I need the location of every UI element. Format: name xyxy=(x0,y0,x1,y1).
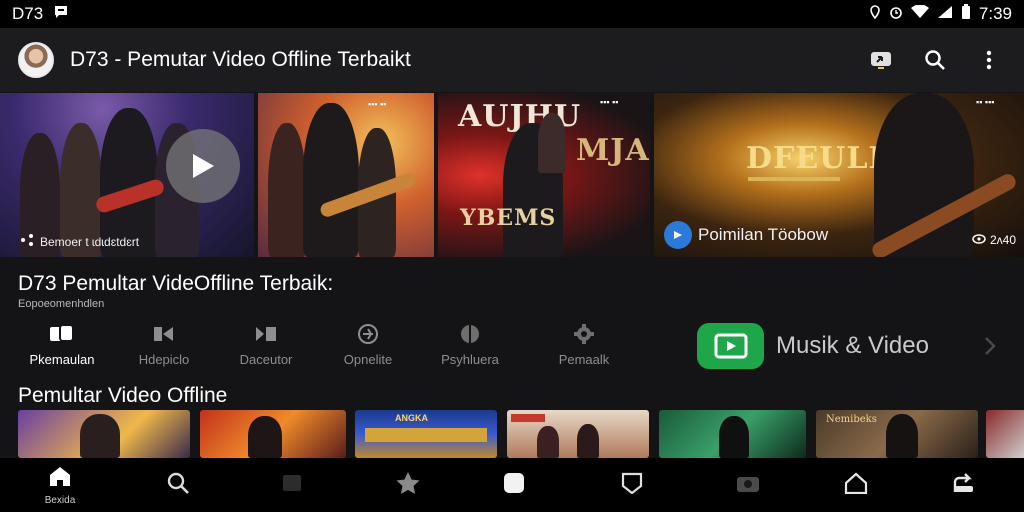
category-item[interactable]: Pemaalk xyxy=(534,322,634,372)
video-thumbnail[interactable] xyxy=(986,410,1024,458)
search-icon[interactable] xyxy=(922,47,948,73)
video-thumbnail[interactable]: Nemibeks xyxy=(816,410,978,458)
location-icon xyxy=(869,4,881,24)
video-thumbnail[interactable] xyxy=(18,410,190,458)
video-thumbnail-row: ANGKA Nemibeks xyxy=(0,410,1024,458)
status-carrier: D73 xyxy=(12,4,44,23)
musik-video-shortcut[interactable]: Musik & Video xyxy=(697,323,997,369)
hero-tile-3-footer: YBEMS xyxy=(460,205,557,231)
share-icon xyxy=(20,234,34,249)
wifi-icon xyxy=(910,3,929,24)
gear-icon xyxy=(534,322,634,346)
video-thumbnail[interactable] xyxy=(200,410,346,458)
nav-share[interactable] xyxy=(934,458,994,512)
video-thumbnail[interactable]: ANGKA xyxy=(355,410,497,458)
camera-icon xyxy=(736,473,760,498)
hero-tile-4[interactable]: DFEULIAA ▪▪ ▪▪▪ Poimilan Töobow 2ʌ40 xyxy=(654,93,1024,257)
status-time: 7:39 xyxy=(978,4,1012,23)
nav-grid[interactable] xyxy=(262,458,322,512)
category-item[interactable]: Pkemaulan xyxy=(12,322,112,372)
musik-video-label: Musik & Video xyxy=(776,332,929,359)
section-subtitle: Eopoeomenhdlen xyxy=(18,298,105,310)
house-outline-icon xyxy=(844,472,868,499)
search-icon xyxy=(166,471,190,500)
media-icon xyxy=(216,322,316,346)
category-item[interactable]: Opnelite xyxy=(318,322,418,372)
category-item[interactable]: Daceutor xyxy=(216,322,316,372)
compass-icon xyxy=(318,322,418,346)
video-thumbnail[interactable] xyxy=(659,410,806,458)
message-icon xyxy=(53,4,69,25)
cast-icon[interactable] xyxy=(868,47,894,73)
shield-icon xyxy=(621,472,643,499)
nav-home[interactable]: Bexida xyxy=(30,458,90,512)
square-icon xyxy=(503,472,525,499)
video-player-logo-icon xyxy=(697,323,764,369)
nav-shield[interactable] xyxy=(602,458,662,512)
app-title: D73 - Pemutar Video Offline Terbaikt xyxy=(70,48,411,71)
nav-favorites[interactable] xyxy=(378,458,438,512)
channel-logo-icon xyxy=(664,221,692,249)
share-arrow-icon xyxy=(952,472,976,499)
category-item[interactable]: Psyhluera xyxy=(420,322,520,372)
split-icon xyxy=(420,322,520,346)
hero-tile-1[interactable]: Bemoer t ɩdɩdɛtdɛrt xyxy=(0,93,254,257)
view-count-icon xyxy=(972,233,986,247)
hero-tile-2[interactable]: ▪▪▪ ▪▪ xyxy=(258,93,434,257)
avatar[interactable] xyxy=(18,42,54,78)
app-bar: D73 - Pemutar Video Offline Terbaikt xyxy=(0,28,1024,92)
hero-tile-1-caption: Bemoer t ɩdɩdɛtdɛrt xyxy=(40,234,140,249)
category-item[interactable]: Hdepiclo xyxy=(114,322,214,372)
video-thumbnail[interactable] xyxy=(507,410,649,458)
hero-tile-4-badge: 2ʌ40 xyxy=(989,233,1016,247)
battery-icon xyxy=(961,3,971,25)
category-row: Pkemaulan Hdepiclo Daceutor Opnelite Psy… xyxy=(0,322,680,372)
hero-tile-3[interactable]: AUJHU MJAN YBEMS ▪▪▪ ▪▪ xyxy=(438,93,650,257)
nav-library[interactable] xyxy=(484,458,544,512)
hero-carousel: Bemoer t ɩdɩdɛtdɛrt ▪▪▪ ▪▪ AUJHU MJAN YB… xyxy=(0,93,1024,257)
gallery-icon xyxy=(12,322,112,346)
grid-icon xyxy=(282,474,302,497)
bottom-navigation: Bexida xyxy=(0,458,1024,512)
section-title-offline: Pemultar Video Offline xyxy=(18,384,228,407)
nav-home-label: Bexida xyxy=(44,494,76,506)
clip-icon xyxy=(114,322,214,346)
star-icon xyxy=(395,471,421,500)
section-title: D73 Pemultar VideOffline Terbaik: xyxy=(18,272,334,295)
nav-home-outline[interactable] xyxy=(826,458,886,512)
nav-camera[interactable] xyxy=(718,458,778,512)
alarm-icon xyxy=(889,5,903,24)
hero-tile-2-badge: ▪▪▪ ▪▪ xyxy=(368,99,387,109)
hero-tile-4-caption: Poimilan Töobow xyxy=(698,225,829,244)
home-icon xyxy=(48,465,72,492)
nav-search[interactable] xyxy=(148,458,208,512)
status-bar: D73 7:39 xyxy=(0,0,1024,28)
more-options-icon[interactable] xyxy=(976,47,1002,73)
chevron-right-icon[interactable] xyxy=(984,336,996,361)
hero-tile-3-subtitle: MJAN xyxy=(576,133,650,168)
signal-icon xyxy=(937,5,953,24)
play-button[interactable] xyxy=(166,129,240,203)
